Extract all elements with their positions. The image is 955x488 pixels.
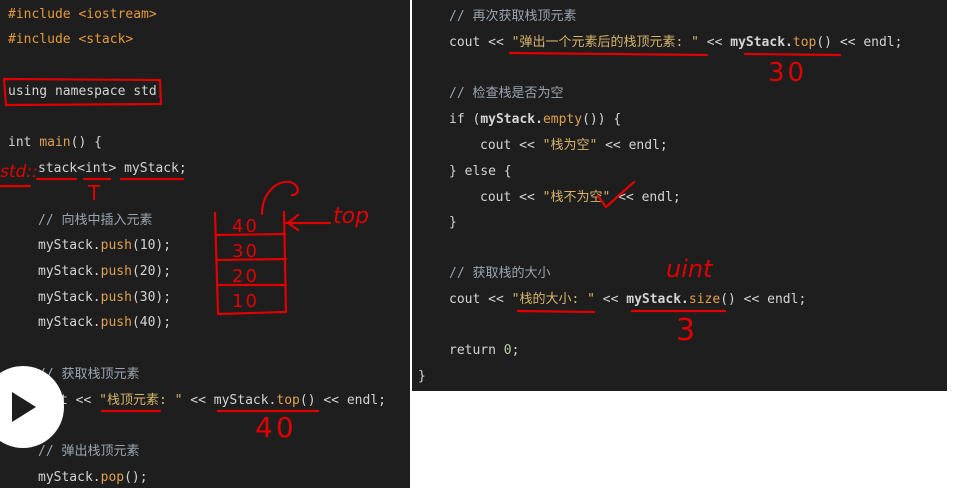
stack-declaration: stack<int> myStack; [38, 161, 187, 176]
pop-tail: (); [124, 470, 148, 485]
push-arg-20: (20); [131, 264, 172, 279]
code-line-stack-decl: stack<int> myStack; [38, 159, 187, 179]
code-line-include-stack: #include <stack> [8, 30, 133, 50]
include-stack: #include <stack> [8, 32, 134, 47]
stack-cell-30: 30 [232, 241, 259, 262]
stack-cell-20: 20 [232, 266, 259, 287]
comment-pop: // 弹出栈顶元素 [38, 444, 140, 459]
push-arg-30: (30); [131, 290, 172, 305]
code-line-close-brace: } [449, 213, 457, 233]
main-paren: () { [70, 135, 102, 150]
close-brace: } [449, 215, 457, 230]
push-obj: myStack. [38, 264, 101, 279]
value-40: 40 [255, 411, 297, 444]
uint-label: uint [666, 255, 713, 283]
pop-fn: pop [100, 470, 125, 485]
stack-cell-40: 40 [232, 216, 259, 237]
return-kw: return [449, 343, 504, 358]
play-icon [12, 392, 36, 422]
endl-tail: << endl; [610, 190, 681, 205]
endl-tail: () << endl; [720, 292, 807, 307]
final-brace: } [418, 369, 426, 384]
shift-op: << [182, 393, 214, 408]
t-mark: T [88, 181, 101, 205]
code-line-cout-top: t << "栈顶元素: " << myStack.top() << endl; [60, 391, 386, 411]
code-line-comment-pop: // 弹出栈顶元素 [38, 442, 139, 462]
push-fn: push [100, 290, 132, 305]
comment-again: // 再次获取栈顶元素 [449, 9, 577, 24]
comment-size: // 获取栈的大小 [449, 266, 551, 281]
if-kw: if ( [449, 112, 481, 127]
code-line-comment-push: // 向栈中插入元素 [38, 211, 152, 231]
comment-push: // 向栈中插入元素 [38, 213, 153, 228]
code-line-push-10: myStack.push(10); [38, 236, 171, 256]
return-semi: ; [511, 343, 520, 358]
notempty-string: "栈不为空" [542, 190, 611, 205]
code-line-final-brace: } [418, 367, 426, 387]
code-line-comment-empty: // 检查栈是否为空 [449, 84, 563, 104]
shift-op: << [698, 35, 731, 50]
top-fn: top [792, 35, 817, 50]
std-mark: std:: [0, 162, 38, 182]
value-30: 30 [768, 58, 808, 88]
cout-fragment: t << [60, 393, 100, 408]
empty-fn: empty [542, 112, 583, 127]
push-obj: myStack. [38, 238, 101, 253]
stack-obj: myStack. [626, 292, 689, 307]
code-line-comment-size: // 获取栈的大小 [449, 264, 550, 284]
again-string: "弹出一个元素后的栈顶元素: " [511, 35, 699, 50]
push-obj: myStack. [38, 290, 101, 305]
code-line-pop: myStack.pop(); [38, 468, 148, 488]
code-line-comment-again: // 再次获取栈顶元素 [449, 7, 576, 27]
push-fn: push [100, 315, 132, 330]
shift-op: << [594, 292, 627, 307]
stack-cell-10: 10 [232, 291, 259, 312]
top-string: "栈顶元素: " [99, 393, 183, 408]
code-line-cout-again: cout << "弹出一个元素后的栈顶元素: " << myStack.top(… [449, 33, 902, 53]
code-line-cout-notempty: cout << "栈不为空" << endl; [480, 188, 681, 208]
push-arg-40: (40); [131, 315, 172, 330]
top-label: top [333, 204, 370, 229]
code-line-if: if (myStack.empty()) { [449, 110, 621, 130]
top-fn: top [276, 393, 300, 408]
main-name: main [39, 135, 71, 150]
cout-kw: cout << [480, 190, 543, 205]
top-obj: myStack. [213, 393, 277, 408]
cout-kw: cout << [449, 292, 512, 307]
comment-empty: // 检查栈是否为空 [449, 86, 564, 101]
code-line-return: return 0; [449, 341, 519, 361]
code-line-cout-empty: cout << "栈为空" << endl; [480, 136, 668, 156]
if-tail: ()) { [582, 112, 622, 127]
include-iostream: #include <iostream> [8, 7, 157, 22]
endl-tail: () << endl; [816, 35, 903, 50]
empty-string: "栈为空" [542, 138, 598, 153]
return-value: 0 [503, 343, 512, 358]
push-arg-10: (10); [131, 238, 172, 253]
push-fn: push [100, 238, 132, 253]
stack-obj: myStack. [480, 112, 543, 127]
code-line-push-30: myStack.push(30); [38, 288, 171, 308]
main-return-type: int [8, 135, 32, 150]
code-line-main: int main() { [8, 133, 102, 153]
push-fn: push [100, 264, 132, 279]
code-line-push-20: myStack.push(20); [38, 262, 171, 282]
code-line-include-iostream: #include <iostream> [8, 5, 157, 25]
push-obj: myStack. [38, 315, 101, 330]
code-line-else: } else { [449, 162, 512, 182]
size-string: "栈的大小: " [511, 292, 595, 307]
stack-obj: myStack. [730, 35, 793, 50]
using-namespace: using namespace std; [8, 84, 165, 99]
code-line-using: using namespace std; [8, 82, 165, 102]
pop-obj: myStack. [38, 470, 101, 485]
endl-tail: () << endl; [299, 393, 386, 408]
size-fn: size [688, 292, 721, 307]
cout-kw: cout << [480, 138, 543, 153]
code-line-cout-size: cout << "栈的大小: " << myStack.size() << en… [449, 290, 806, 310]
code-line-push-40: myStack.push(40); [38, 313, 171, 333]
endl-tail: << endl; [597, 138, 668, 153]
cout-kw: cout << [449, 35, 512, 50]
else-kw: } else { [449, 164, 512, 179]
value-3: 3 [676, 313, 696, 348]
stack-cell-values: 40 30 20 10 [232, 214, 259, 314]
